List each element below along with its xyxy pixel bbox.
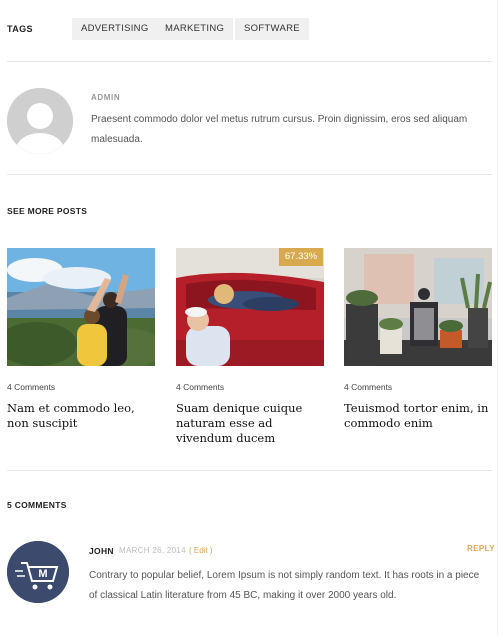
see-more-posts-title: SEE MORE POSTS (7, 206, 88, 216)
post-comments-count[interactable]: 4 Comments (176, 382, 224, 392)
divider (7, 174, 492, 175)
post-thumbnail[interactable] (7, 248, 155, 366)
page-edge-divider (497, 0, 498, 635)
tag-advertising[interactable]: ADVERTISING (72, 18, 158, 40)
post-comments-count[interactable]: 4 Comments (7, 382, 55, 392)
author-avatar (7, 88, 73, 154)
author-bio: Praesent commodo dolor vel metus rutrum … (91, 114, 468, 145)
post-title[interactable]: Suam denique cuique naturam esse ad vive… (176, 401, 324, 446)
tag-marketing[interactable]: MARKETING (156, 18, 234, 40)
post-badge: 67.33% (279, 248, 323, 266)
comment-reply-link[interactable]: REPLY (467, 544, 495, 553)
comment-edit-link[interactable]: ( Edit ) (189, 546, 213, 555)
divider (7, 470, 492, 471)
post-comments-count[interactable]: 4 Comments (344, 382, 392, 392)
tag-software[interactable]: SOFTWARE (235, 18, 309, 40)
user-silhouette-icon (7, 88, 73, 154)
commenter-avatar: M (7, 541, 69, 603)
divider (7, 61, 492, 62)
comments-title: 5 COMMENTS (7, 500, 67, 510)
comment-date: MARCH 26, 2014 (119, 546, 186, 555)
svg-text:M: M (38, 568, 47, 580)
post-thumbnail[interactable] (344, 248, 492, 366)
comment-text: Contrary to popular belief, Lorem Ipsum … (89, 570, 480, 601)
author-name[interactable]: ADMIN (91, 93, 120, 102)
tags-label: TAGS (7, 24, 33, 34)
post-title[interactable]: Nam et commodo leo, non suscipit (7, 401, 155, 431)
shopping-cart-icon: M (7, 541, 69, 603)
comment-author[interactable]: JOHN (89, 546, 114, 556)
post-title[interactable]: Teuismod tortor enim, in commodo enim (344, 401, 492, 431)
